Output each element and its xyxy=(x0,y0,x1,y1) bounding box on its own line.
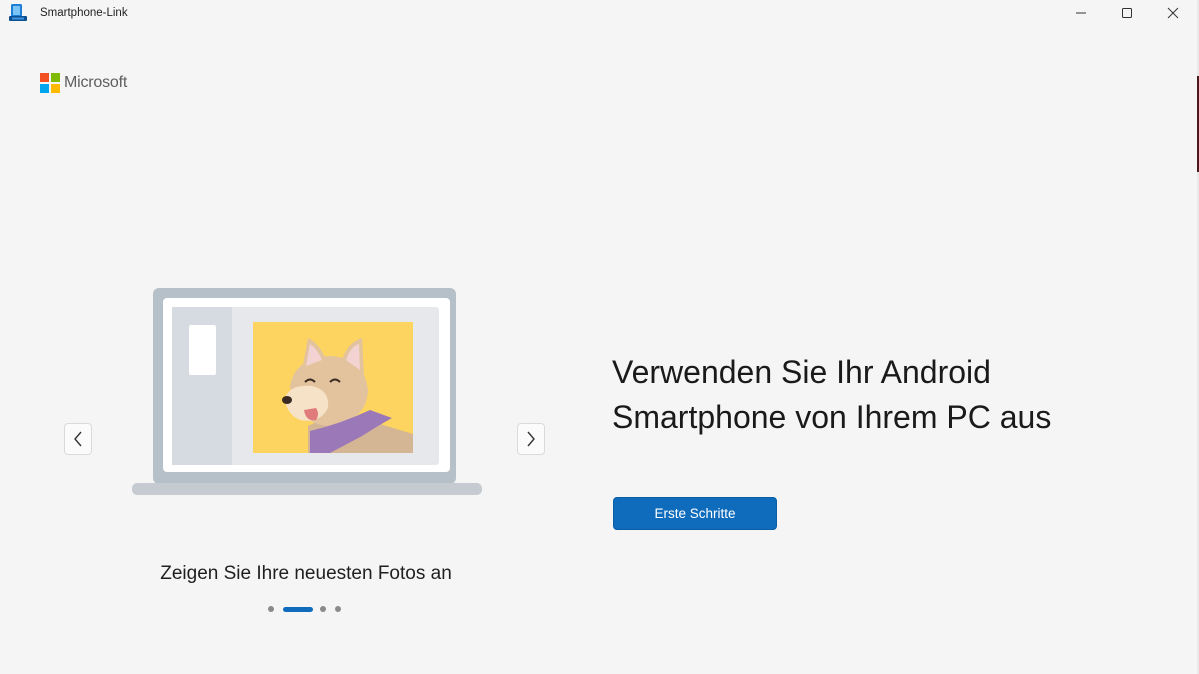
maximize-button[interactable] xyxy=(1104,0,1150,26)
carousel-caption: Zeigen Sie Ihre neuesten Fotos an xyxy=(160,563,452,584)
welcome-headline: Verwenden Sie Ihr Android Smartphone von… xyxy=(612,350,1152,440)
chevron-right-icon xyxy=(527,431,535,447)
carousel-dot-3[interactable] xyxy=(320,606,326,612)
microsoft-squares-icon xyxy=(40,73,60,93)
minimize-button[interactable] xyxy=(1058,0,1104,26)
microsoft-logo: Microsoft xyxy=(40,73,127,93)
get-started-button[interactable]: Erste Schritte xyxy=(613,497,777,530)
minimize-icon xyxy=(1076,12,1086,14)
title-bar[interactable]: Smartphone-Link xyxy=(0,0,1197,28)
headline-line-2: Smartphone von Ihrem PC aus xyxy=(612,399,1052,435)
carousel-prev-button[interactable] xyxy=(64,423,92,455)
maximize-icon xyxy=(1122,8,1132,18)
carousel-next-button[interactable] xyxy=(517,423,545,455)
close-icon xyxy=(1167,7,1179,19)
window-title: Smartphone-Link xyxy=(40,7,128,19)
microsoft-wordmark: Microsoft xyxy=(64,74,128,91)
carousel-dot-1[interactable] xyxy=(268,606,274,612)
chevron-left-icon xyxy=(74,431,82,447)
carousel-dot-4[interactable] xyxy=(335,606,341,612)
headline-line-1: Verwenden Sie Ihr Android xyxy=(612,354,991,390)
app-window: Smartphone-Link Microsoft Zeigen Sie Ihr… xyxy=(0,0,1197,674)
laptop-photo-illustration xyxy=(132,288,482,495)
phone-link-app-icon xyxy=(9,4,27,21)
close-button[interactable] xyxy=(1150,0,1196,26)
carousel-dot-2[interactable] xyxy=(283,607,313,612)
